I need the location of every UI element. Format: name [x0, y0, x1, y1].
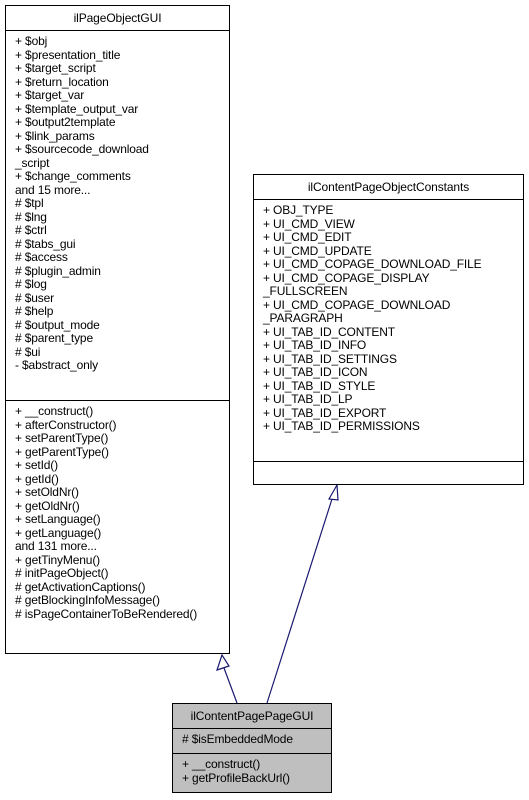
class-attribute[interactable]: + UI_TAB_ID_STYLE: [263, 379, 519, 394]
class-attribute[interactable]: _FULLSCREEN: [263, 284, 519, 299]
class-attribute[interactable]: # $tpl: [15, 196, 225, 211]
class-attribute[interactable]: # $ctrl: [15, 223, 225, 238]
class-attribute[interactable]: # $plugin_admin: [15, 264, 225, 279]
class-attribute[interactable]: + $presentation_title: [15, 48, 225, 63]
class-operation[interactable]: + getProfileBackUrl(): [182, 771, 327, 786]
class-attributes: + $obj + $presentation_title + $target_scr…: [6, 31, 229, 401]
class-attribute[interactable]: # $ui: [15, 345, 225, 360]
class-attribute[interactable]: + $change_comments: [15, 169, 225, 184]
class-operation[interactable]: + __construct(): [182, 757, 327, 772]
class-attribute[interactable]: # $access: [15, 250, 225, 265]
class-attribute[interactable]: and 15 more...: [15, 183, 225, 198]
class-operation[interactable]: + getId(): [15, 472, 225, 487]
class-name: ilContentPagePageGUI: [173, 704, 331, 729]
class-attribute[interactable]: _script: [15, 156, 225, 171]
class-attribute[interactable]: + UI_CMD_UPDATE: [263, 244, 519, 259]
generalization-arrowhead-icon: [328, 482, 339, 501]
class-attributes: + OBJ_TYPE + UI_CMD_VIEW + UI_CMD_EDIT + UI…: [254, 200, 523, 462]
class-operation[interactable]: + setOldNr(): [15, 485, 225, 500]
class-attribute[interactable]: + $sourcecode_download: [15, 142, 225, 157]
class-operation[interactable]: # getBlockingInfoMessage(): [15, 593, 225, 608]
class-attribute[interactable]: + UI_CMD_VIEW: [263, 217, 519, 232]
class-operation[interactable]: + setParentType(): [15, 431, 225, 446]
class-operation[interactable]: # initPageObject(): [15, 566, 225, 581]
class-attribute[interactable]: _PARAGRAPH: [263, 311, 519, 326]
class-attribute[interactable]: + $link_params: [15, 129, 225, 144]
edge-child-to-constants: [266, 482, 339, 704]
class-attribute[interactable]: + $output2template: [15, 115, 225, 130]
edge-line-to-pageobjectgui: [223, 667, 238, 704]
class-operation[interactable]: + getParentType(): [15, 445, 225, 460]
class-attribute[interactable]: # $tabs_gui: [15, 237, 225, 252]
class-operation[interactable]: + __construct(): [15, 404, 225, 419]
class-attribute[interactable]: + $template_output_var: [15, 102, 225, 117]
class-attribute[interactable]: + UI_TAB_ID_SETTINGS: [263, 352, 519, 367]
class-operation[interactable]: + setId(): [15, 458, 225, 473]
class-operation[interactable]: + setLanguage(): [15, 512, 225, 527]
class-attribute[interactable]: # $isEmbeddedMode: [182, 732, 327, 747]
class-attribute[interactable]: + UI_CMD_COPAGE_DOWNLOAD_FILE: [263, 257, 519, 272]
class-attribute[interactable]: # $parent_type: [15, 331, 225, 346]
class-attribute[interactable]: + UI_TAB_ID_ICON: [263, 365, 519, 380]
class-attribute[interactable]: + UI_TAB_ID_CONTENT: [263, 325, 519, 340]
class-attribute[interactable]: + UI_TAB_ID_PERMISSIONS: [263, 419, 519, 434]
class-operation[interactable]: + getTinyMenu(): [15, 553, 225, 568]
class-attributes: # $isEmbeddedMode: [173, 729, 331, 754]
class-attribute[interactable]: # $user: [15, 291, 225, 306]
class-attribute[interactable]: # $output_mode: [15, 318, 225, 333]
class-operations: + __construct() + getProfileBackUrl(): [173, 754, 331, 788]
class-attribute[interactable]: # $lng: [15, 210, 225, 225]
class-box-ilpageobjectgui[interactable]: ilPageObjectGUI + $obj + $presentation_ti…: [5, 5, 230, 654]
class-operation[interactable]: and 131 more...: [15, 539, 225, 554]
edge-line-to-constants: [266, 498, 333, 704]
class-attribute[interactable]: + OBJ_TYPE: [263, 203, 519, 218]
class-attribute[interactable]: + $target_script: [15, 61, 225, 76]
class-attribute[interactable]: + $obj: [15, 34, 225, 49]
class-attribute[interactable]: + UI_CMD_EDIT: [263, 230, 519, 245]
class-name: ilPageObjectGUI: [6, 6, 229, 31]
class-operation[interactable]: + getLanguage(): [15, 526, 225, 541]
class-operations: + __construct() + afterConstructor() + set…: [6, 401, 229, 624]
class-name: ilContentPageObjectConstants: [254, 175, 523, 200]
class-box-ilcontentpagepagegui[interactable]: ilContentPagePageGUI # $isEmbeddedMode +…: [172, 703, 332, 793]
class-attribute[interactable]: # $log: [15, 277, 225, 292]
class-attribute[interactable]: # $help: [15, 304, 225, 319]
class-attribute[interactable]: - $abstract_only: [15, 358, 225, 373]
class-attribute[interactable]: + $return_location: [15, 75, 225, 90]
class-box-ilcontentpageobjectconstants[interactable]: ilContentPageObjectConstants + OBJ_TYPE +…: [253, 174, 524, 485]
class-operations: [254, 462, 523, 486]
class-attribute[interactable]: + $target_var: [15, 88, 225, 103]
class-attribute[interactable]: + UI_TAB_ID_LP: [263, 392, 519, 407]
class-attribute[interactable]: + UI_CMD_COPAGE_DOWNLOAD: [263, 298, 519, 313]
edge-child-to-pageobjectgui: [216, 653, 238, 704]
class-operation[interactable]: + getOldNr(): [15, 499, 225, 514]
class-attribute[interactable]: + UI_TAB_ID_INFO: [263, 338, 519, 353]
class-attribute[interactable]: + UI_CMD_COPAGE_DISPLAY: [263, 271, 519, 286]
generalization-arrowhead-icon: [216, 653, 230, 671]
class-operation[interactable]: # getActivationCaptions(): [15, 580, 225, 595]
class-operation[interactable]: + afterConstructor(): [15, 418, 225, 433]
class-attribute[interactable]: + UI_TAB_ID_EXPORT: [263, 406, 519, 421]
class-operation[interactable]: # isPageContainerToBeRendered(): [15, 607, 225, 622]
